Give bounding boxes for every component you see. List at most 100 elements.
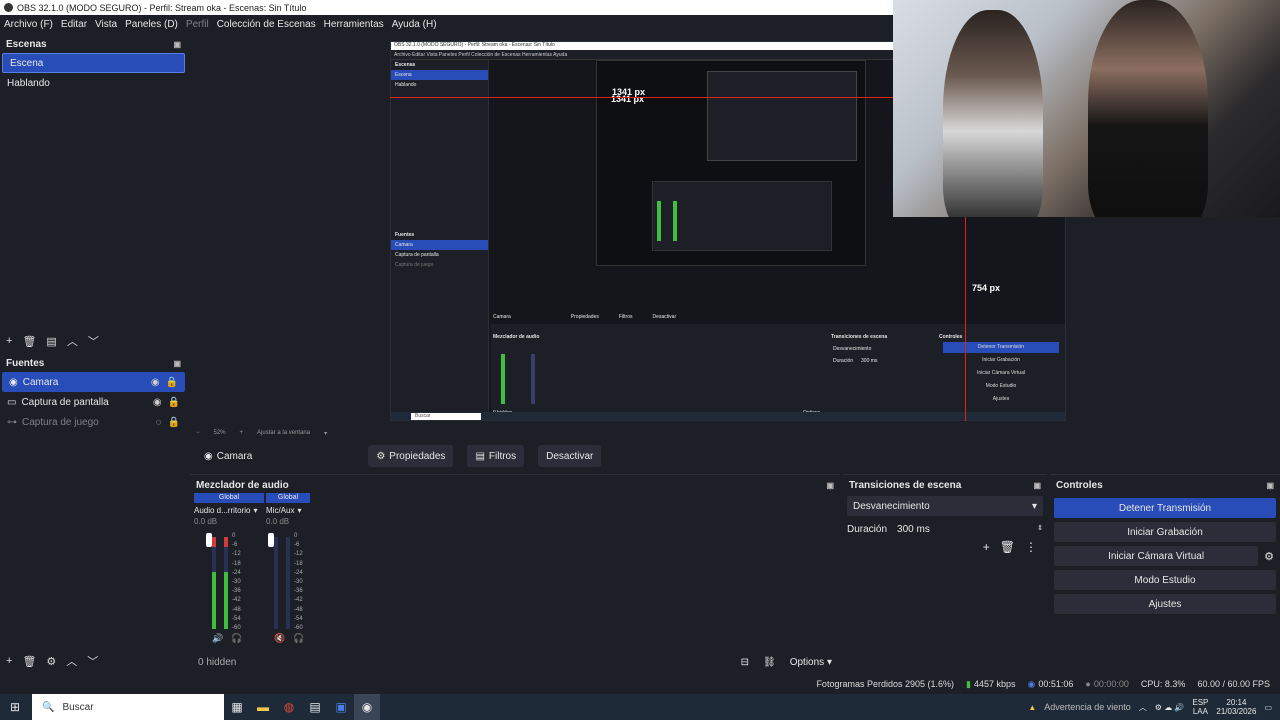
menu-perfil[interactable]: Perfil: [182, 19, 213, 30]
zoom-in-icon[interactable]: +: [240, 430, 244, 436]
windows-start-icon[interactable]: ⊞: [2, 694, 28, 720]
undock-icon[interactable]: ▣: [173, 359, 181, 368]
chevron-up-icon[interactable]: ︿: [1139, 702, 1147, 713]
meter-clip: [212, 537, 216, 547]
duration-spinbox[interactable]: 300 ms ⇕: [897, 524, 1043, 535]
person-left-image: [943, 10, 1043, 217]
zoom-out-icon[interactable]: −: [196, 430, 200, 436]
source-item-camara[interactable]: ◉ Camara ◉ 🔒: [2, 372, 185, 392]
tray-icons[interactable]: ⚙ ☁ 🔊: [1155, 703, 1185, 712]
add-icon[interactable]: +: [983, 540, 990, 554]
move-up-icon[interactable]: ︿: [66, 653, 77, 669]
chevron-down-icon[interactable]: ▾: [253, 506, 257, 515]
source-item-captura-juego[interactable]: ⊶ Captura de juego ◌ 🔒: [0, 412, 187, 432]
eye-hidden-icon[interactable]: ◌: [156, 417, 162, 428]
transition-select[interactable]: Desvanecimiento ▾: [847, 496, 1043, 516]
scene-item-hablando[interactable]: Hablando: [0, 73, 187, 93]
chrome-icon[interactable]: ◍: [276, 694, 302, 720]
channel-name[interactable]: Audio d...rritorio: [194, 506, 250, 515]
stream-icon: ◉: [1027, 678, 1036, 689]
fps: 60.00 / 60.00 FPS: [1197, 679, 1270, 689]
menu-editar[interactable]: Editar: [57, 19, 91, 30]
delete-icon[interactable]: 🗑: [22, 335, 36, 348]
inner-transition-value: Desvanecimiento: [833, 346, 872, 352]
deactivate-label: Desactivar: [546, 450, 594, 462]
taskbar-search-label: Buscar: [62, 701, 94, 713]
fit-window-label[interactable]: Ajustar a la ventana: [257, 430, 310, 436]
headphones-icon[interactable]: 🎧: [293, 633, 304, 644]
settings-button[interactable]: Ajustes: [1054, 594, 1276, 614]
zoom-level: 52%: [213, 430, 226, 436]
options-button[interactable]: Options ▾: [790, 657, 832, 668]
inner-controls-title: Controles: [939, 334, 963, 340]
app-icon[interactable]: ▣: [328, 694, 354, 720]
volume-slider[interactable]: [268, 533, 274, 547]
weather-text[interactable]: Advertencia de viento: [1044, 702, 1131, 712]
lock-icon[interactable]: 🔒: [168, 397, 180, 408]
undock-icon[interactable]: ▣: [1266, 481, 1274, 490]
filters-button[interactable]: ▤ Filtros: [467, 445, 525, 467]
lock-icon[interactable]: 🔒: [166, 377, 178, 388]
scene-item-escena[interactable]: Escena: [2, 53, 185, 73]
channel-name[interactable]: Mic/Aux: [266, 506, 294, 515]
headphones-icon[interactable]: 🎧: [231, 633, 242, 644]
file-explorer-icon[interactable]: ▬: [250, 694, 276, 720]
inner-left-docks: Escenas Escena Hablando Fuentes Camara C…: [391, 60, 489, 412]
deactivate-button[interactable]: Desactivar: [538, 445, 602, 467]
move-down-icon[interactable]: ﹀: [88, 333, 99, 349]
add-icon[interactable]: +: [6, 655, 12, 667]
filter-icon[interactable]: ▤: [46, 335, 56, 348]
properties-button[interactable]: ⚙ Propiedades: [368, 445, 454, 467]
mic-muted-icon[interactable]: 🔇: [274, 633, 285, 644]
meter-scale-label: -48: [232, 606, 241, 613]
eye-icon[interactable]: ◉: [153, 397, 162, 408]
gear-icon[interactable]: ⚙: [1264, 550, 1274, 563]
inner-ctrl: Ajustes: [992, 396, 1010, 402]
inner-source-item: Captura de juego: [395, 262, 434, 268]
gear-icon[interactable]: ⚙: [46, 655, 56, 668]
menu-coleccion[interactable]: Colección de Escenas: [213, 19, 320, 30]
eye-icon[interactable]: ◉: [151, 377, 160, 388]
window-title: OBS 32.1.0 (MODO SEGURO) - Perfil: Strea…: [17, 2, 307, 13]
clock[interactable]: 20:14 21/03/2026: [1216, 698, 1256, 716]
start-recording-button[interactable]: Iniciar Grabación: [1054, 522, 1276, 542]
lock-icon[interactable]: 🔒: [168, 417, 180, 428]
undock-icon[interactable]: ▣: [826, 481, 834, 490]
delete-icon[interactable]: 🗑: [1000, 540, 1015, 554]
meter-track: [286, 537, 290, 629]
spin-arrows-icon[interactable]: ⇕: [1037, 524, 1043, 535]
controls-dock-title: Controles ▣: [1050, 476, 1280, 494]
menu-archivo[interactable]: Archivo (F): [0, 19, 57, 30]
source-item-captura-pantalla[interactable]: ▭ Captura de pantalla ◉ 🔒: [0, 392, 187, 412]
more-icon[interactable]: ⋮: [1025, 540, 1037, 554]
move-down-icon[interactable]: ﹀: [87, 653, 98, 669]
menu-paneles[interactable]: Paneles (D): [121, 19, 182, 30]
undock-icon[interactable]: ▣: [173, 40, 181, 49]
chevron-down-icon[interactable]: ▾: [297, 506, 301, 515]
move-up-icon[interactable]: ︿: [67, 333, 78, 349]
start-virtualcam-button[interactable]: Iniciar Cámara Virtual: [1054, 546, 1259, 566]
scene-label: Escena: [10, 57, 44, 69]
speaker-icon[interactable]: 🔊: [212, 633, 223, 644]
delete-icon[interactable]: 🗑: [22, 655, 36, 668]
add-icon[interactable]: +: [6, 335, 12, 347]
taskbar-search-box[interactable]: 🔍 Buscar: [32, 694, 224, 720]
transitions-dock-title: Transiciones de escena ▣: [843, 476, 1047, 494]
undock-icon[interactable]: ▣: [1033, 481, 1041, 490]
chevron-down-icon[interactable]: ▾: [324, 430, 327, 437]
layout-icon[interactable]: ⊟: [741, 657, 749, 668]
menu-herramientas[interactable]: Herramientas: [320, 19, 388, 30]
studio-mode-button[interactable]: Modo Estudio: [1054, 570, 1276, 590]
inner-lower-docks: Camara Propiedades Filtros Desactivar Me…: [491, 314, 1065, 420]
task-view-icon[interactable]: ▦: [224, 694, 250, 720]
menu-vista[interactable]: Vista: [91, 19, 121, 30]
lang-top: ESP: [1192, 698, 1209, 707]
notification-icon[interactable]: ▭: [1264, 703, 1272, 712]
store-icon[interactable]: ▤: [302, 694, 328, 720]
volume-slider[interactable]: [206, 533, 212, 547]
stop-stream-button[interactable]: Detener Transmisión: [1054, 498, 1276, 518]
link-icon[interactable]: ⛓: [763, 657, 776, 668]
obs-taskbar-icon[interactable]: ◉: [354, 694, 380, 720]
menu-ayuda[interactable]: Ayuda (H): [388, 19, 441, 30]
meter-scale-label: -36: [232, 588, 241, 595]
